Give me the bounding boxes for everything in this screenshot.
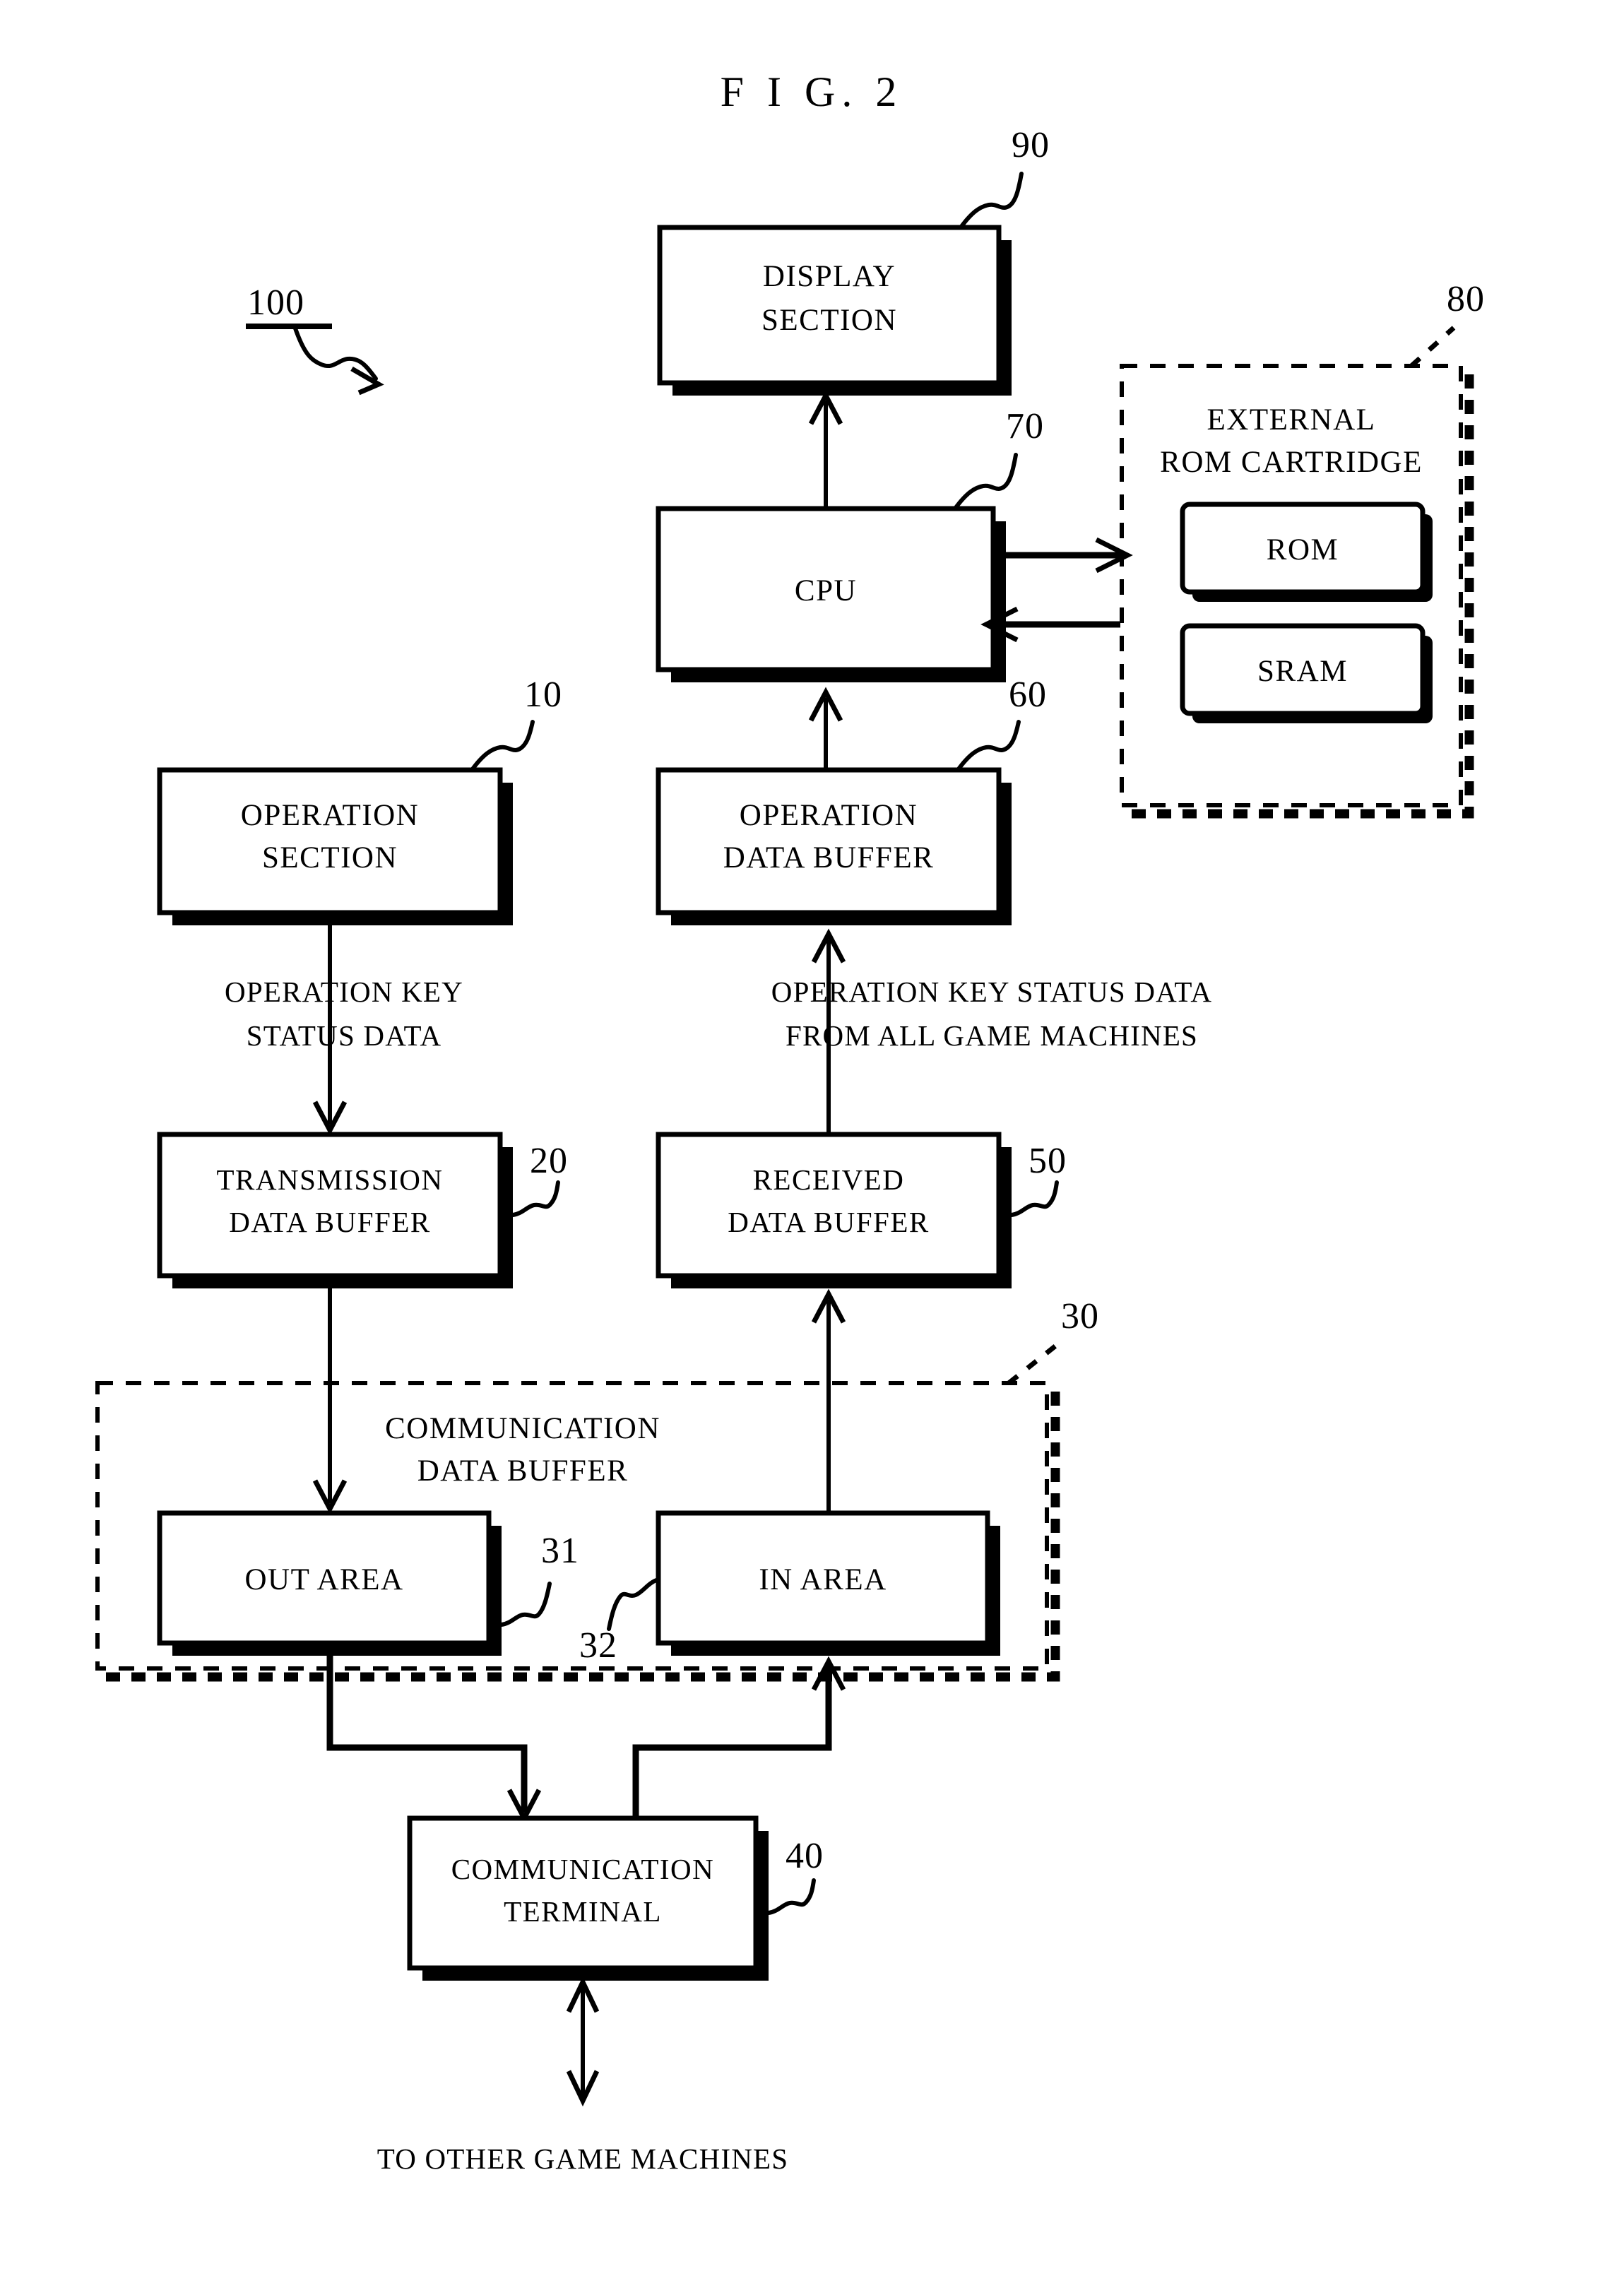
external-rom-cartridge-label-line2: ROM CARTRIDGE: [1160, 446, 1423, 479]
in-area-label: IN AREA: [759, 1563, 887, 1596]
communication-terminal-box: [407, 1815, 759, 1971]
transmission-data-buffer-ref-number: 20: [530, 1141, 568, 1181]
out-area-ref-number: 31: [541, 1531, 579, 1571]
out-area-block: OUT AREA 31: [157, 1510, 579, 1656]
left-flow-label: OPERATION KEY STATUS DATA: [225, 976, 463, 1052]
display-section-ref-leader: [959, 172, 1024, 230]
display-section-ref-number: 90: [1012, 125, 1050, 165]
transmission-data-buffer-label-line1: TRANSMISSION: [217, 1163, 444, 1196]
operation-data-buffer-ref-leader: [956, 720, 1021, 772]
right-flow-label-line1: OPERATION KEY STATUS DATA: [771, 976, 1212, 1008]
block-diagram-canvas: F I G. 2 100 DISPLAY SECTION 90 CPU 70 E…: [95, 69, 1485, 2175]
out-area-ref-leader: [499, 1582, 552, 1627]
external-rom-cartridge-ref-leader: [1409, 326, 1456, 368]
cpu-ref-number: 70: [1006, 406, 1044, 446]
rom-label: ROM: [1267, 533, 1339, 567]
left-flow-label-line2: STATUS DATA: [247, 1019, 442, 1052]
communication-data-buffer-ref-leader: [1007, 1343, 1059, 1385]
display-section-label-line1: DISPLAY: [763, 260, 896, 293]
transmission-data-buffer-ref-leader: [511, 1180, 560, 1217]
system-ref-number: 100: [247, 283, 304, 323]
operation-data-buffer-label-line2: DATA BUFFER: [723, 841, 935, 874]
terminal-to-inarea-line: [632, 1667, 832, 1818]
transmission-data-buffer-label-line2: DATA BUFFER: [229, 1206, 430, 1238]
external-rom-cartridge-group: EXTERNAL ROM CARTRIDGE 80 ROM SRAM: [1120, 279, 1485, 819]
terminal-to-inarea-arrow: [632, 1656, 846, 1818]
rom-block: ROM: [1180, 502, 1433, 602]
communication-terminal-ref-leader: [766, 1878, 816, 1915]
received-data-buffer-ref-leader: [1009, 1180, 1059, 1217]
received-data-buffer-block: RECEIVED DATA BUFFER 50: [656, 1132, 1067, 1288]
cpu-to-cartridge-arrow: [993, 537, 1133, 574]
communication-terminal-label-line1: COMMUNICATION: [451, 1853, 715, 1885]
cpu-block: CPU 70: [656, 406, 1044, 682]
received-data-buffer-label-line2: DATA BUFFER: [728, 1206, 929, 1238]
received-data-buffer-box: [656, 1132, 1002, 1279]
external-rom-cartridge-ref-number: 80: [1447, 279, 1485, 319]
sram-label: SRAM: [1257, 655, 1348, 688]
sram-block: SRAM: [1180, 623, 1433, 723]
system-reference-100: 100: [246, 283, 384, 396]
system-ref-leader: [292, 324, 378, 381]
operation-section-label-line1: OPERATION: [241, 799, 419, 832]
cpu-label: CPU: [795, 574, 857, 607]
in-area-ref-leader: [607, 1577, 660, 1631]
other-machines-caption: TO OTHER GAME MACHINES: [377, 2142, 789, 2175]
opbuffer-to-cpu-arrow: [808, 687, 843, 770]
inarea-to-rxbuffer-arrow: [811, 1288, 846, 1513]
right-flow-label-line2: FROM ALL GAME MACHINES: [786, 1019, 1198, 1052]
cpu-ref-leader: [953, 453, 1018, 511]
left-flow-label-line1: OPERATION KEY: [225, 976, 463, 1008]
patent-figure-2: F I G. 2 100 DISPLAY SECTION 90 CPU 70 E…: [0, 0, 1624, 2283]
right-flow-label: OPERATION KEY STATUS DATA FROM ALL GAME …: [771, 976, 1212, 1052]
communication-data-buffer-ref-number: 30: [1061, 1296, 1099, 1336]
operation-section-ref-leader: [470, 720, 535, 772]
operation-section-label-line2: SECTION: [262, 841, 398, 874]
operation-section-block: OPERATION SECTION 10: [157, 675, 562, 925]
operation-data-buffer-block: OPERATION DATA BUFFER 60: [656, 675, 1047, 925]
operation-data-buffer-label-line1: OPERATION: [740, 799, 918, 832]
system-ref-arrowhead: [350, 366, 384, 396]
communication-terminal-block: COMMUNICATION TERMINAL 40: [407, 1815, 824, 1981]
received-data-buffer-label-line1: RECEIVED: [753, 1163, 905, 1196]
operation-data-buffer-ref-number: 60: [1009, 675, 1047, 715]
in-area-block: IN AREA 32: [579, 1510, 1000, 1666]
communication-data-buffer-label-line1: COMMUNICATION: [385, 1412, 660, 1445]
transmission-data-buffer-box: [157, 1132, 503, 1279]
out-area-label: OUT AREA: [244, 1563, 403, 1596]
display-section-block: DISPLAY SECTION 90: [657, 125, 1050, 396]
communication-data-buffer-group: COMMUNICATION DATA BUFFER 30 OUT AREA 31…: [95, 1296, 1099, 1682]
figure-title: F I G. 2: [721, 69, 903, 115]
display-section-label-line2: SECTION: [761, 304, 897, 337]
txbuffer-to-outarea-arrow: [312, 1288, 348, 1514]
transmission-data-buffer-block: TRANSMISSION DATA BUFFER 20: [157, 1132, 568, 1288]
communication-terminal-ref-number: 40: [786, 1836, 824, 1876]
other-machines-link: TO OTHER GAME MACHINES: [377, 1976, 789, 2175]
in-area-ref-number: 32: [579, 1625, 617, 1666]
communication-terminal-label-line2: TERMINAL: [504, 1895, 662, 1928]
received-data-buffer-ref-number: 50: [1029, 1141, 1067, 1181]
cartridge-to-cpu-arrow: [980, 606, 1120, 643]
communication-data-buffer-label-line2: DATA BUFFER: [417, 1454, 629, 1488]
external-rom-cartridge-label-line1: EXTERNAL: [1207, 403, 1376, 437]
cpu-to-display-arrow: [808, 390, 843, 509]
operation-section-ref-number: 10: [524, 675, 562, 715]
